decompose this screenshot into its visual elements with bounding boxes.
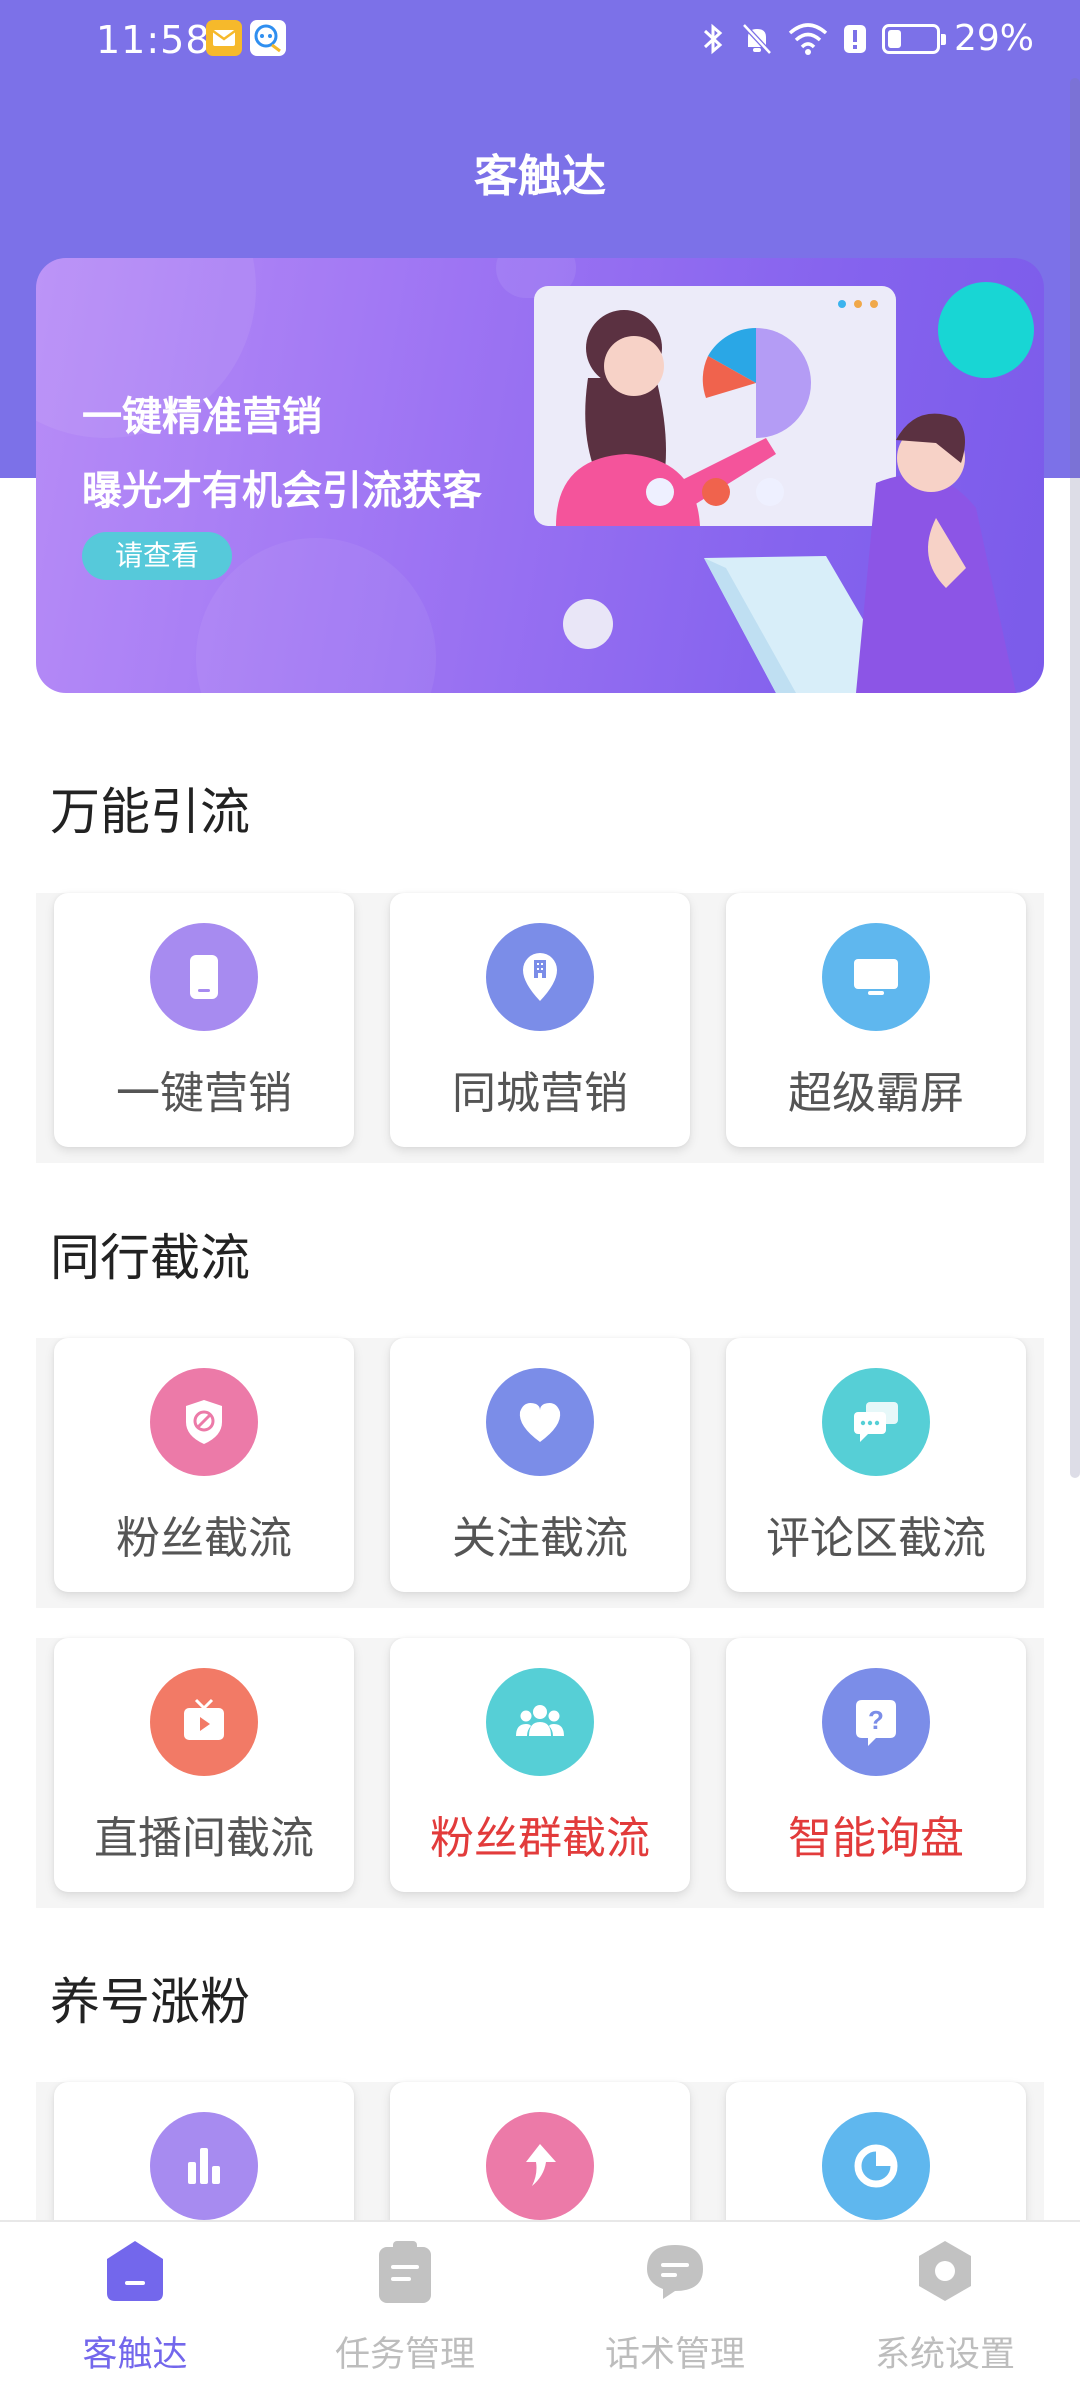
status-time: 11:58 (96, 18, 211, 62)
tab-label: 客触达 (82, 2335, 188, 2375)
feature-one-click-marketing[interactable]: 一键营销 (54, 893, 354, 1147)
battery-icon (881, 23, 946, 54)
tab-scripts[interactable]: 话术管理 (540, 2222, 810, 2400)
section-title-traffic: 万能引流 (50, 783, 250, 841)
bluetooth-icon (703, 23, 723, 54)
shield-block-icon (150, 1368, 258, 1476)
feature-fan-intercept[interactable]: 粉丝截流 (54, 1338, 354, 1592)
tab-settings[interactable]: 系统设置 (810, 2222, 1080, 2400)
section-title-intercept: 同行截流 (50, 1229, 250, 1287)
feature-live-intercept[interactable]: 直播间截流 (54, 1638, 354, 1892)
feature-label: 超级霸屏 (788, 1068, 964, 1119)
feature-label: 智能询盘 (788, 1813, 964, 1864)
battery-percent: 29% (953, 18, 1034, 59)
location-building-icon (486, 923, 594, 1031)
feature-super-screen[interactable]: 超级霸屏 (726, 893, 1026, 1147)
bottom-tab-bar: 客触达 任务管理 话术管理 系统设置 (0, 2220, 1080, 2400)
chat-bubble-icon (647, 2245, 703, 2299)
section-intercept-grid-row1: 粉丝截流 关注截流 评论区截流 (36, 1338, 1044, 1608)
scrollbar[interactable] (1070, 78, 1080, 1478)
tv-play-icon (150, 1668, 258, 1776)
feature-label: 粉丝群截流 (430, 1813, 650, 1864)
tab-label: 任务管理 (334, 2335, 475, 2375)
chat-app-icon (250, 20, 286, 56)
tablet-icon (150, 923, 258, 1031)
feature-comment-intercept[interactable]: 评论区截流 (726, 1338, 1026, 1592)
heart-icon (486, 1368, 594, 1476)
settings-icon (919, 2241, 971, 2301)
page-title: 客触达 (474, 151, 606, 202)
tab-tasks[interactable]: 任务管理 (270, 2222, 540, 2400)
tab-label: 话术管理 (604, 2335, 745, 2375)
svg-text:?: ? (868, 1705, 884, 1735)
clipboard-icon (379, 2241, 431, 2303)
feature-label: 评论区截流 (766, 1513, 986, 1564)
feature-group-intercept[interactable]: 粉丝群截流 (390, 1638, 690, 1892)
feature-smart-inquiry[interactable]: ? 智能询盘 (726, 1638, 1026, 1892)
monitor-icon (822, 923, 930, 1031)
comment-icon (822, 1368, 930, 1476)
banner-subheadline: 曝光才有机会引流获客 (82, 468, 482, 514)
wifi-icon (788, 22, 828, 55)
tab-label: 系统设置 (874, 2335, 1015, 2375)
mail-app-icon (206, 20, 242, 56)
alert-icon (843, 24, 866, 53)
question-icon: ? (822, 1668, 930, 1776)
banner-view-button[interactable]: 请查看 (82, 532, 232, 580)
feature-label: 关注截流 (452, 1513, 628, 1564)
section-intercept-grid-row2: 直播间截流 粉丝群截流 ? 智能询盘 (36, 1638, 1044, 1908)
feature-follow-intercept[interactable]: 关注截流 (390, 1338, 690, 1592)
feature-label: 同城营销 (452, 1068, 628, 1119)
group-icon (486, 1668, 594, 1776)
bar-chart-icon (150, 2112, 258, 2220)
section-traffic-grid: 一键营销 同城营销 超级霸屏 (36, 893, 1044, 1163)
promo-banner[interactable]: 一键精准营销 曝光才有机会引流获客 请查看 (36, 258, 1044, 693)
feature-label: 直播间截流 (94, 1813, 314, 1864)
section-title-growth: 养号涨粉 (50, 1973, 250, 2031)
feature-label: 粉丝截流 (116, 1513, 292, 1564)
pie-chart-icon (822, 2112, 930, 2220)
feature-local-marketing[interactable]: 同城营销 (390, 893, 690, 1147)
mute-icon (742, 22, 772, 55)
tab-home[interactable]: 客触达 (0, 2222, 270, 2400)
banner-headline: 一键精准营销 (82, 394, 322, 440)
home-icon (107, 2241, 163, 2301)
status-bar: 11:58 29% (0, 0, 1080, 80)
arrow-up-icon (486, 2112, 594, 2220)
feature-label: 一键营销 (116, 1068, 292, 1119)
